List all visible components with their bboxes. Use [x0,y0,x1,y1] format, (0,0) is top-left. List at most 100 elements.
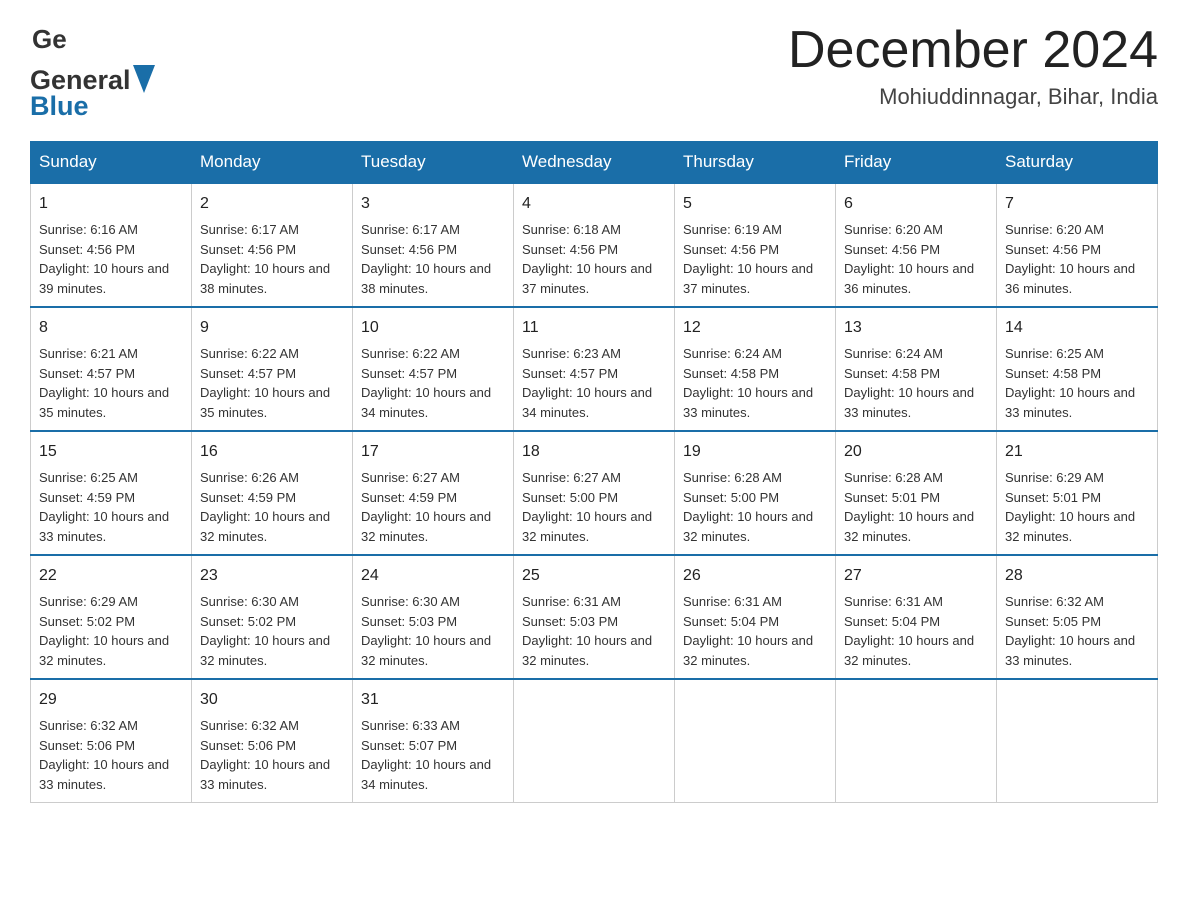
day-info: Sunrise: 6:24 AMSunset: 4:58 PMDaylight:… [683,344,827,422]
table-row: 2 Sunrise: 6:17 AMSunset: 4:56 PMDaylight… [192,183,353,307]
day-info: Sunrise: 6:23 AMSunset: 4:57 PMDaylight:… [522,344,666,422]
day-number: 2 [200,192,344,216]
table-row [675,679,836,803]
day-info: Sunrise: 6:28 AMSunset: 5:00 PMDaylight:… [683,468,827,546]
day-number: 25 [522,564,666,588]
day-info: Sunrise: 6:32 AMSunset: 5:06 PMDaylight:… [200,716,344,794]
table-row: 8 Sunrise: 6:21 AMSunset: 4:57 PMDaylight… [31,307,192,431]
day-info: Sunrise: 6:19 AMSunset: 4:56 PMDaylight:… [683,220,827,298]
day-info: Sunrise: 6:29 AMSunset: 5:02 PMDaylight:… [39,592,183,670]
day-info: Sunrise: 6:31 AMSunset: 5:04 PMDaylight:… [844,592,988,670]
day-info: Sunrise: 6:27 AMSunset: 5:00 PMDaylight:… [522,468,666,546]
header-friday: Friday [836,142,997,184]
day-info: Sunrise: 6:31 AMSunset: 5:04 PMDaylight:… [683,592,827,670]
header-tuesday: Tuesday [353,142,514,184]
day-info: Sunrise: 6:32 AMSunset: 5:06 PMDaylight:… [39,716,183,794]
logo-blue-text: Blue [30,92,155,122]
calendar-table: SundayMondayTuesdayWednesdayThursdayFrid… [30,141,1158,803]
table-row [997,679,1158,803]
table-row: 30 Sunrise: 6:32 AMSunset: 5:06 PMDayligh… [192,679,353,803]
day-info: Sunrise: 6:22 AMSunset: 4:57 PMDaylight:… [200,344,344,422]
table-row: 7 Sunrise: 6:20 AMSunset: 4:56 PMDaylight… [997,183,1158,307]
day-number: 30 [200,688,344,712]
table-row: 26 Sunrise: 6:31 AMSunset: 5:04 PMDayligh… [675,555,836,679]
day-number: 23 [200,564,344,588]
header-wednesday: Wednesday [514,142,675,184]
day-number: 12 [683,316,827,340]
table-row: 13Sunrise: 6:24 AMSunset: 4:58 PMDayligh… [836,307,997,431]
logo-triangle-icon [133,65,155,93]
day-number: 1 [39,192,183,216]
table-row: 12 Sunrise: 6:24 AMSunset: 4:58 PMDayligh… [675,307,836,431]
table-row: 20Sunrise: 6:28 AMSunset: 5:01 PMDayligh… [836,431,997,555]
table-row: 25Sunrise: 6:31 AMSunset: 5:03 PMDayligh… [514,555,675,679]
day-number: 11 [522,316,666,340]
day-info: Sunrise: 6:22 AMSunset: 4:57 PMDaylight:… [361,344,505,422]
day-number: 31 [361,688,505,712]
day-number: 6 [844,192,988,216]
day-info: Sunrise: 6:16 AMSunset: 4:56 PMDaylight:… [39,220,183,298]
day-info: Sunrise: 6:30 AMSunset: 5:03 PMDaylight:… [361,592,505,670]
table-row: 21Sunrise: 6:29 AMSunset: 5:01 PMDayligh… [997,431,1158,555]
calendar-subtitle: Mohiuddinnagar, Bihar, India [788,84,1158,110]
header-thursday: Thursday [675,142,836,184]
table-row: 17 Sunrise: 6:27 AMSunset: 4:59 PMDayligh… [353,431,514,555]
page-header: General General Blue December 2024 Mohiu… [30,20,1158,121]
day-number: 16 [200,440,344,464]
day-info: Sunrise: 6:24 AMSunset: 4:58 PMDaylight:… [844,344,988,422]
day-number: 22 [39,564,183,588]
table-row: 14 Sunrise: 6:25 AMSunset: 4:58 PMDayligh… [997,307,1158,431]
table-row [514,679,675,803]
logo-icon: General [30,20,68,66]
day-number: 21 [1005,440,1149,464]
table-row: 6 Sunrise: 6:20 AMSunset: 4:56 PMDaylight… [836,183,997,307]
day-number: 26 [683,564,827,588]
day-number: 3 [361,192,505,216]
header-saturday: Saturday [997,142,1158,184]
day-number: 18 [522,440,666,464]
table-row: 22 Sunrise: 6:29 AMSunset: 5:02 PMDayligh… [31,555,192,679]
day-info: Sunrise: 6:27 AMSunset: 4:59 PMDaylight:… [361,468,505,546]
day-info: Sunrise: 6:21 AMSunset: 4:57 PMDaylight:… [39,344,183,422]
logo: General General Blue [30,20,155,121]
day-info: Sunrise: 6:26 AMSunset: 4:59 PMDaylight:… [200,468,344,546]
day-number: 4 [522,192,666,216]
header-monday: Monday [192,142,353,184]
table-row: 4 Sunrise: 6:18 AMSunset: 4:56 PMDaylight… [514,183,675,307]
day-number: 29 [39,688,183,712]
table-row [836,679,997,803]
table-row: 31 Sunrise: 6:33 AMSunset: 5:07 PMDayligh… [353,679,514,803]
day-number: 28 [1005,564,1149,588]
table-row: 3 Sunrise: 6:17 AMSunset: 4:56 PMDaylight… [353,183,514,307]
day-number: 10 [361,316,505,340]
day-info: Sunrise: 6:17 AMSunset: 4:56 PMDaylight:… [200,220,344,298]
header-sunday: Sunday [31,142,192,184]
day-number: 14 [1005,316,1149,340]
day-info: Sunrise: 6:17 AMSunset: 4:56 PMDaylight:… [361,220,505,298]
day-info: Sunrise: 6:25 AMSunset: 4:58 PMDaylight:… [1005,344,1149,422]
day-info: Sunrise: 6:33 AMSunset: 5:07 PMDaylight:… [361,716,505,794]
day-info: Sunrise: 6:20 AMSunset: 4:56 PMDaylight:… [844,220,988,298]
table-row: 5Sunrise: 6:19 AMSunset: 4:56 PMDaylight… [675,183,836,307]
day-info: Sunrise: 6:32 AMSunset: 5:05 PMDaylight:… [1005,592,1149,670]
table-row: 29 Sunrise: 6:32 AMSunset: 5:06 PMDayligh… [31,679,192,803]
day-number: 24 [361,564,505,588]
day-number: 27 [844,564,988,588]
day-number: 15 [39,440,183,464]
day-number: 19 [683,440,827,464]
table-row: 23Sunrise: 6:30 AMSunset: 5:02 PMDayligh… [192,555,353,679]
table-row: 28 Sunrise: 6:32 AMSunset: 5:05 PMDayligh… [997,555,1158,679]
table-row: 9 Sunrise: 6:22 AMSunset: 4:57 PMDaylight… [192,307,353,431]
day-info: Sunrise: 6:20 AMSunset: 4:56 PMDaylight:… [1005,220,1149,298]
day-number: 7 [1005,192,1149,216]
day-number: 9 [200,316,344,340]
day-number: 17 [361,440,505,464]
table-row: 27 Sunrise: 6:31 AMSunset: 5:04 PMDayligh… [836,555,997,679]
day-number: 20 [844,440,988,464]
title-section: December 2024 Mohiuddinnagar, Bihar, Ind… [788,20,1158,110]
day-info: Sunrise: 6:18 AMSunset: 4:56 PMDaylight:… [522,220,666,298]
table-row: 15Sunrise: 6:25 AMSunset: 4:59 PMDayligh… [31,431,192,555]
day-number: 8 [39,316,183,340]
table-row: 18 Sunrise: 6:27 AMSunset: 5:00 PMDayligh… [514,431,675,555]
table-row: 24 Sunrise: 6:30 AMSunset: 5:03 PMDayligh… [353,555,514,679]
